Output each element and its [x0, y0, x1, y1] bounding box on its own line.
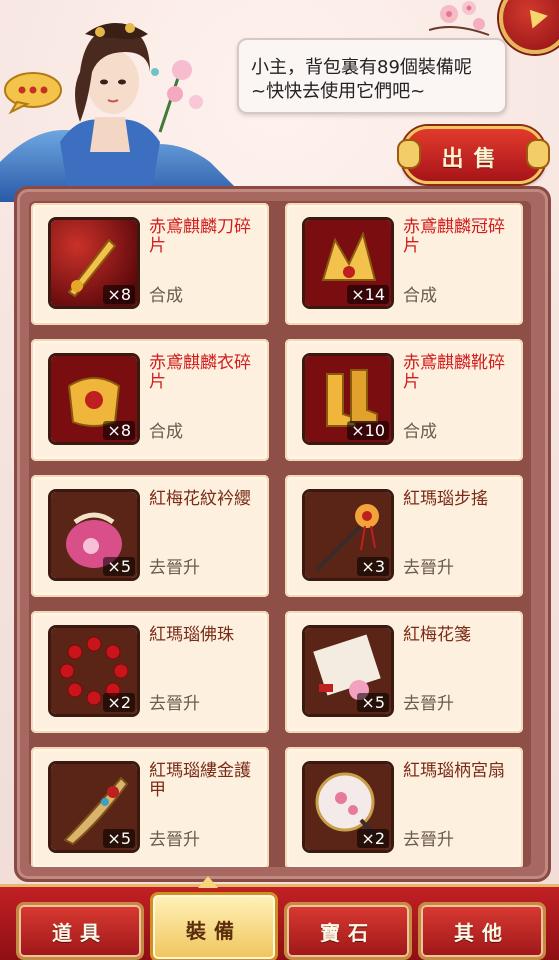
- nail-guard-icon[interactable]: ×5: [48, 761, 140, 853]
- tab-label: 其他: [454, 921, 510, 945]
- item-name: 紅瑪瑙步搖: [403, 489, 488, 509]
- item-action-link[interactable]: 去晉升: [149, 689, 200, 714]
- menu-corner-button[interactable]: [499, 0, 559, 54]
- crown-fragment-icon[interactable]: ×14: [302, 217, 394, 309]
- item-name: 赤鳶麒麟刀碎片: [149, 217, 251, 256]
- item-action-link[interactable]: 去晉升: [403, 825, 454, 850]
- item-action-link[interactable]: 合成: [403, 281, 437, 306]
- inventory-item-card[interactable]: ×3 紅瑪瑙步搖去晉升: [285, 475, 523, 597]
- npc-speech-bubble: 小主，背包裏有89個裝備呢 ~快快去使用它們吧~: [237, 38, 507, 114]
- sell-button-label: 出售: [441, 146, 506, 172]
- item-name: 赤鳶麒麟衣碎片: [149, 353, 251, 392]
- item-quantity: ×2: [103, 693, 135, 712]
- item-action-link[interactable]: 合成: [149, 417, 183, 442]
- sword-fragment-icon[interactable]: ×8: [48, 217, 140, 309]
- inventory-item-card[interactable]: ×5 紅梅花紋衿纓去晉升: [31, 475, 269, 597]
- active-tab-pointer: [198, 876, 218, 888]
- palace-fan-icon[interactable]: ×2: [302, 761, 394, 853]
- inventory-item-card[interactable]: ×2 紅瑪瑙柄宮扇去晉升: [285, 747, 523, 867]
- letter-icon[interactable]: ×5: [302, 625, 394, 717]
- hairpin-icon[interactable]: ×3: [302, 489, 394, 581]
- tab-label: 寶石: [320, 921, 376, 945]
- inventory-item-card[interactable]: ×5 紅梅花箋去晉升: [285, 611, 523, 733]
- game-screen: 小主，背包裏有89個裝備呢 ~快快去使用它們吧~ 出售 ×8 赤鳶麒麟刀碎片 合成 ×…: [0, 0, 559, 960]
- armor-fragment-icon[interactable]: ×8: [48, 353, 140, 445]
- inventory-item-card[interactable]: ×10 赤鳶麒麟靴碎片合成: [285, 339, 523, 461]
- inventory-panel: ×8 赤鳶麒麟刀碎片 合成 ×14 赤鳶麒麟冠碎片 合成 ×8 赤鳶麒麟衣碎片 合成 ×10 赤鳶麒…: [14, 186, 551, 882]
- item-name: 紅梅花紋衿纓: [149, 489, 251, 509]
- inventory-item-card[interactable]: ×5 紅瑪瑙縷金護甲去晉升: [31, 747, 269, 867]
- speech-line-2: ~快快去使用它們吧~: [251, 81, 426, 102]
- tab-gems[interactable]: 寶石: [284, 902, 412, 960]
- item-action-link[interactable]: 去晉升: [403, 553, 454, 578]
- item-quantity: ×8: [103, 421, 135, 440]
- tab-label: 裝備: [186, 919, 242, 943]
- inventory-grid[interactable]: ×8 赤鳶麒麟刀碎片 合成 ×14 赤鳶麒麟冠碎片 合成 ×8 赤鳶麒麟衣碎片 合成 ×10 赤鳶麒…: [29, 201, 531, 867]
- item-quantity: ×8: [103, 285, 135, 304]
- tab-other[interactable]: 其他: [418, 902, 546, 960]
- item-action-link[interactable]: 去晉升: [149, 553, 200, 578]
- item-name: 赤鳶麒麟靴碎片: [403, 353, 505, 392]
- chat-bubble-icon[interactable]: [3, 70, 67, 114]
- item-action-link[interactable]: 合成: [149, 281, 183, 306]
- item-action-link[interactable]: 去晉升: [149, 825, 200, 850]
- item-action-link[interactable]: 合成: [403, 417, 437, 442]
- item-quantity: ×2: [357, 829, 389, 848]
- item-quantity: ×5: [357, 693, 389, 712]
- item-action-link[interactable]: 去晉升: [403, 689, 454, 714]
- item-quantity: ×5: [103, 557, 135, 576]
- item-name: 赤鳶麒麟冠碎片: [403, 217, 505, 256]
- item-quantity: ×3: [357, 557, 389, 576]
- item-name: 紅瑪瑙柄宮扇: [403, 761, 505, 781]
- inventory-item-card[interactable]: ×2 紅瑪瑙佛珠去晉升: [31, 611, 269, 733]
- plum-blossom-decoration: [429, 1, 490, 36]
- item-quantity: ×10: [347, 421, 389, 440]
- speech-line-1: 小主，背包裏有89個裝備呢: [251, 57, 472, 78]
- item-name: 紅瑪瑙佛珠: [149, 625, 234, 645]
- item-name: 紅梅花箋: [403, 625, 471, 645]
- sell-button[interactable]: 出售: [397, 126, 550, 184]
- prayer-beads-icon[interactable]: ×2: [48, 625, 140, 717]
- inventory-item-card[interactable]: ×14 赤鳶麒麟冠碎片合成: [285, 203, 523, 325]
- item-quantity: ×14: [347, 285, 389, 304]
- inventory-item-card[interactable]: ×8 赤鳶麒麟刀碎片合成: [31, 203, 269, 325]
- inventory-item-card[interactable]: ×8 赤鳶麒麟衣碎片合成: [31, 339, 269, 461]
- tab-items[interactable]: 道具: [16, 902, 144, 960]
- item-name: 紅瑪瑙縷金護甲: [149, 761, 251, 800]
- boots-fragment-icon[interactable]: ×10: [302, 353, 394, 445]
- item-quantity: ×5: [103, 829, 135, 848]
- tab-equipment[interactable]: 裝備: [150, 892, 278, 960]
- pouch-icon[interactable]: ×5: [48, 489, 140, 581]
- tab-label: 道具: [52, 921, 108, 945]
